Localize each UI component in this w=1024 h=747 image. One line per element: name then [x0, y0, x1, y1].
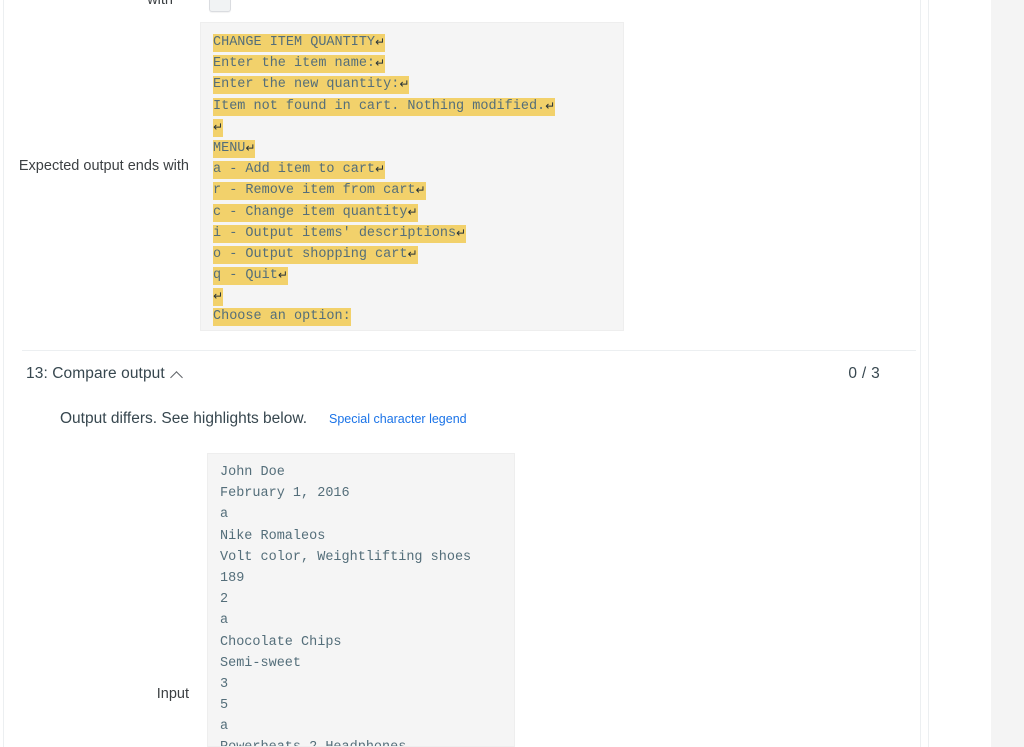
input-line: a: [220, 613, 229, 629]
newline-glyph-icon: ↵: [245, 140, 256, 155]
input-code-block: John Doe February 1, 2016 a Nike Romaleos Vo…: [207, 453, 515, 747]
newline-glyph-icon: ↵: [415, 183, 426, 198]
input-line: John Doe: [220, 465, 285, 480]
partial-top-row-label: with: [4, 0, 189, 11]
expected-output-line-text: ↵: [213, 118, 224, 137]
input-line: a: [220, 507, 229, 523]
compare-output-section-title: 13: Compare output: [26, 365, 165, 382]
expected-output-label-line1: Expected output: [18, 158, 124, 174]
newline-glyph-icon: ↵: [213, 289, 224, 304]
expected-output-line-text: c - Change item quantity↵: [213, 203, 418, 222]
chevron-up-icon[interactable]: [171, 369, 184, 382]
card-right-border-inner: [928, 0, 929, 747]
input-line: 189: [220, 570, 245, 586]
expected-output-line-text: i - Output items' descriptions↵: [213, 224, 467, 243]
expected-output-line: CHANGE ITEM QUANTITY↵: [213, 31, 613, 52]
compare-output-result-row: Output differs. See highlights below. Sp…: [60, 410, 467, 428]
expected-output-line: r - Remove item from cart↵: [213, 179, 613, 201]
expected-output-line: MENU↵: [213, 137, 613, 158]
page-root: with Expected output ends with CHANGE IT…: [0, 0, 1024, 747]
expected-output-code-block: CHANGE ITEM QUANTITY↵ Enter the item name…: [200, 22, 624, 331]
newline-glyph-icon: ↵: [407, 204, 418, 219]
page-right-gutter: [991, 0, 1024, 747]
input-line: a: [220, 719, 229, 735]
special-character-legend-link[interactable]: Special character legend: [329, 412, 467, 426]
expected-output-line: a - Add item to cart↵: [213, 158, 613, 180]
compare-output-result-message: Output differs. See highlights below.: [60, 410, 308, 427]
expected-output-line: o - Output shopping cart↵: [213, 243, 613, 264]
expected-output-line-text: Choose an option:: [213, 308, 351, 327]
input-line: February 1, 2016: [220, 486, 350, 502]
input-line: 3: [220, 676, 229, 692]
input-line: 5: [220, 698, 229, 714]
expected-output-line: i - Output items' descriptions↵: [213, 222, 613, 243]
expected-output-label-line2: ends with: [127, 158, 189, 174]
expected-output-line-text: MENU↵: [213, 139, 256, 158]
partial-top-row-label-text: with: [147, 0, 173, 8]
expected-output-line: Choose an option:: [213, 306, 613, 327]
expected-output-line-text: r - Remove item from cart↵: [213, 182, 426, 201]
newline-glyph-icon: ↵: [407, 246, 418, 261]
newline-glyph-icon: ↵: [375, 35, 386, 49]
input-line: Powerbeats 2 Headphones: [220, 737, 504, 746]
expected-output-line-text: ↵: [213, 288, 224, 307]
input-block-label: Input: [156, 686, 189, 702]
expected-output-line-text: a - Add item to cart↵: [213, 161, 386, 180]
expected-output-line-text: q - Quit↵: [213, 267, 288, 286]
expected-output-label: Expected output ends with: [4, 155, 189, 177]
input-line: 2: [220, 592, 229, 608]
expected-output-line: ↵: [213, 116, 613, 137]
input-line: Nike Romaleos: [220, 528, 326, 544]
compare-output-section-header[interactable]: 13: Compare output: [26, 365, 184, 383]
expected-output-line-text: o - Output shopping cart↵: [213, 245, 418, 264]
section-divider: [22, 350, 916, 351]
newline-glyph-icon: ↵: [456, 225, 467, 240]
expected-output-line-text: Enter the item name:↵: [213, 55, 386, 74]
expected-output-line: Item not found in cart. Nothing modified…: [213, 95, 613, 116]
partial-top-row-checkbox[interactable]: [209, 0, 231, 12]
expected-output-line: q - Quit↵: [213, 264, 613, 286]
expected-output-line: c - Change item quantity↵: [213, 201, 613, 222]
newline-glyph-icon: ↵: [545, 98, 556, 113]
compare-output-score: 0 / 3: [848, 365, 880, 382]
newline-glyph-icon: ↵: [375, 56, 386, 71]
expected-output-line-text: Item not found in cart. Nothing modified…: [213, 97, 556, 116]
content-column: with Expected output ends with CHANGE IT…: [4, 0, 920, 747]
partial-top-row: with: [4, 0, 920, 20]
expected-output-line: Enter the item name:↵: [213, 52, 613, 74]
input-line: Volt color, Weightlifting shoes: [220, 549, 472, 565]
newline-glyph-icon: ↵: [399, 77, 410, 92]
newline-glyph-icon: ↵: [375, 162, 386, 177]
card-right-border: [920, 0, 921, 747]
input-line: Semi-sweet: [220, 655, 302, 671]
newline-glyph-icon: ↵: [277, 268, 288, 283]
expected-output-line: ↵: [213, 285, 613, 307]
expected-output-line: Enter the new quantity:↵: [213, 73, 613, 95]
expected-output-line-text: CHANGE ITEM QUANTITY↵: [213, 34, 386, 52]
input-line: Chocolate Chips: [220, 634, 342, 650]
expected-output-line-text: Enter the new quantity:↵: [213, 76, 410, 95]
newline-glyph-icon: ↵: [213, 119, 224, 134]
